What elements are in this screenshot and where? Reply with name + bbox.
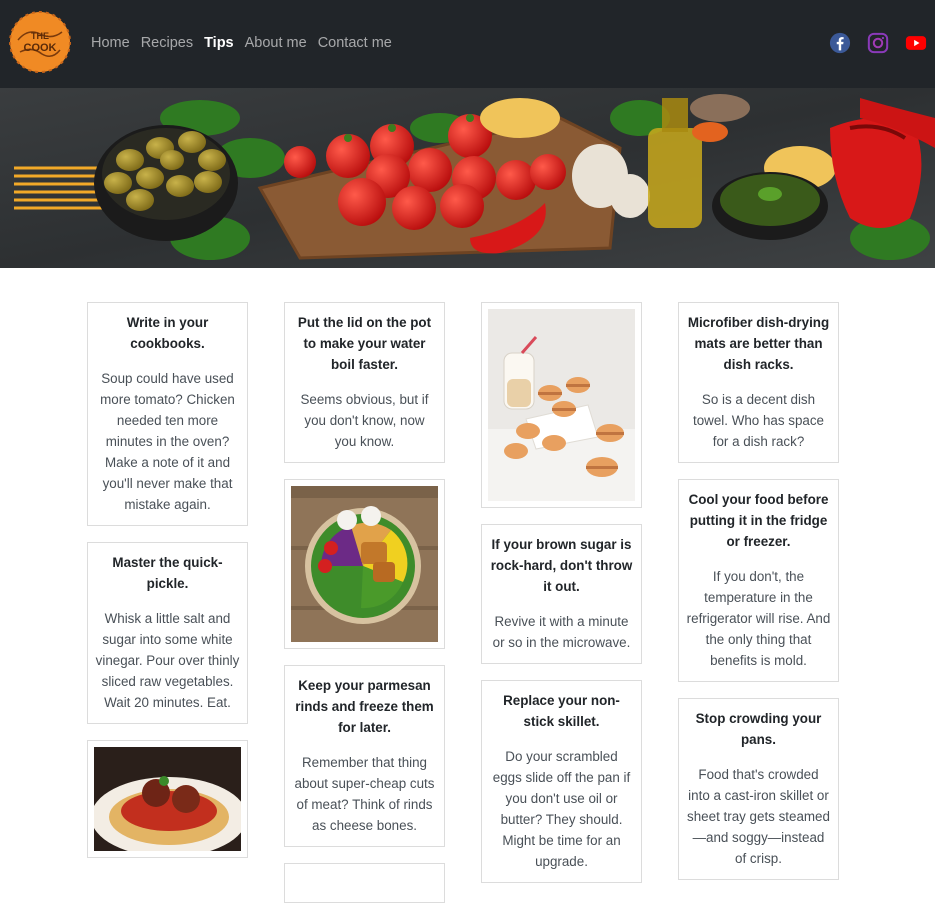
tips-column-1: Write in your cookbooks. Soup could have… xyxy=(87,302,248,874)
tip-title: Microfiber dish-drying mats are better t… xyxy=(687,315,830,372)
social-links xyxy=(829,32,927,54)
tip-card: Write in your cookbooks. Soup could have… xyxy=(87,302,248,526)
tip-title: If your brown sugar is rock-hard, don't … xyxy=(490,537,633,594)
main-nav: Home Recipes Tips About me Contact me xyxy=(91,35,403,51)
nav-link-contact[interactable]: Contact me xyxy=(318,35,392,51)
tip-text: Seems obvious, but if you don't know, no… xyxy=(300,392,429,449)
tip-title: Put the lid on the pot to make your wate… xyxy=(297,315,432,372)
tip-card: Cool your food before putting it in the … xyxy=(678,479,839,682)
nav-link-about[interactable]: About me xyxy=(245,35,307,51)
tip-image-card xyxy=(481,302,642,508)
svg-text:THE: THE xyxy=(31,31,49,41)
navbar: THE COOK Home Recipes Tips About me Cont… xyxy=(0,0,935,88)
site-logo[interactable]: THE COOK xyxy=(8,10,72,74)
tips-column-3: If your brown sugar is rock-hard, don't … xyxy=(481,302,642,899)
spaghetti-meatballs-image xyxy=(94,747,241,851)
tip-text: Food that's crowded into a cast-iron ski… xyxy=(687,767,830,866)
tip-title: Stop crowding your pans. xyxy=(695,711,822,747)
tip-card: Put the lid on the pot to make your wate… xyxy=(284,302,445,463)
tip-text: Remember that thing about super-cheap cu… xyxy=(294,755,435,833)
tip-title: Master the quick-pickle. xyxy=(112,555,223,591)
svg-text:COOK: COOK xyxy=(24,42,57,54)
nav-link-tips[interactable]: Tips xyxy=(204,35,234,51)
nav-link-home[interactable]: Home xyxy=(91,35,130,51)
salad-bowl-image xyxy=(291,486,438,642)
tip-title: Write in your cookbooks. xyxy=(126,315,209,351)
tip-text: Do your scrambled eggs slide off the pan… xyxy=(492,749,631,869)
tip-card: If your brown sugar is rock-hard, don't … xyxy=(481,524,642,664)
tip-text: Soup could have used more tomato? Chicke… xyxy=(100,371,235,512)
tip-card: Microfiber dish-drying mats are better t… xyxy=(678,302,839,463)
tip-title: Replace your non-stick skillet. xyxy=(503,693,620,729)
youtube-icon[interactable] xyxy=(905,32,927,54)
instagram-icon[interactable] xyxy=(867,32,889,54)
tip-text: Whisk a little salt and sugar into some … xyxy=(95,611,240,710)
tip-card: Replace your non-stick skillet. Do your … xyxy=(481,680,642,883)
tip-image-card xyxy=(284,479,445,649)
nav-link-recipes[interactable]: Recipes xyxy=(141,35,193,51)
tip-title: Keep your parmesan rinds and freeze them… xyxy=(295,678,434,735)
tip-card: Master the quick-pickle. Whisk a little … xyxy=(87,542,248,724)
tip-text: So is a decent dish towel. Who has space… xyxy=(693,392,824,449)
tip-text: If you don't, the temperature in the ref… xyxy=(686,569,831,668)
hero-banner-image xyxy=(0,88,935,268)
macarons-image xyxy=(488,309,635,501)
tip-card: Keep your parmesan rinds and freeze them… xyxy=(284,665,445,847)
facebook-icon[interactable] xyxy=(829,32,851,54)
tip-text: Revive it with a minute or so in the mic… xyxy=(492,614,631,650)
tip-card xyxy=(284,863,445,903)
tip-card: Stop crowding your pans. Food that's cro… xyxy=(678,698,839,880)
tips-column-4: Microfiber dish-drying mats are better t… xyxy=(678,302,839,896)
tip-title: Cool your food before putting it in the … xyxy=(688,492,829,549)
tip-image-card xyxy=(87,740,248,858)
tips-column-2: Put the lid on the pot to make your wate… xyxy=(284,302,445,919)
